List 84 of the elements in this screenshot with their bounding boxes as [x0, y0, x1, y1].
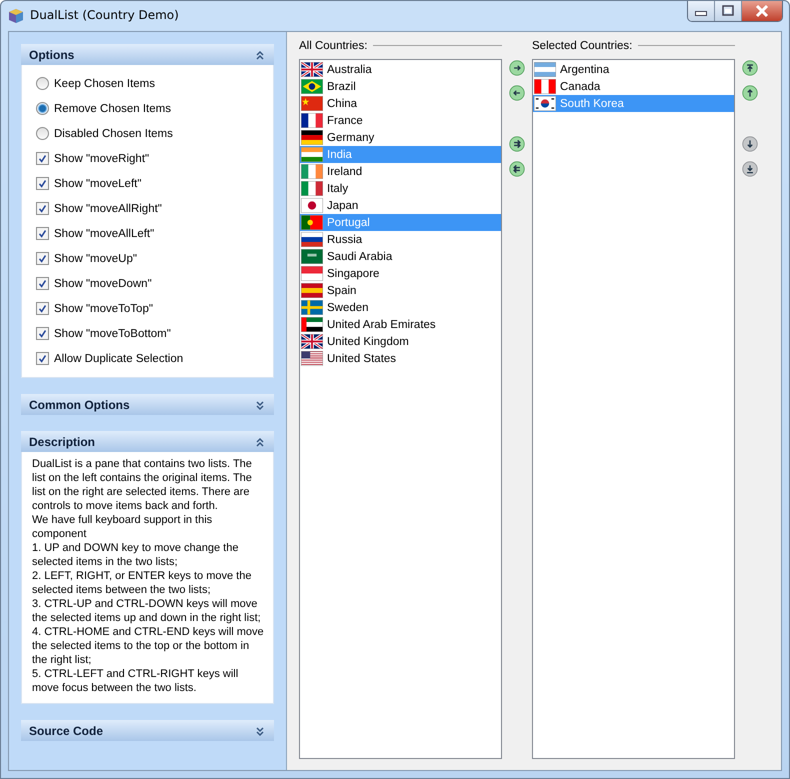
flag-icon — [301, 317, 323, 332]
list-item[interactable]: Canada — [533, 78, 734, 95]
flag-icon — [534, 62, 556, 77]
option-label: Show "moveAllLeft" — [54, 228, 154, 240]
arrow-to-top-icon[interactable] — [742, 60, 758, 76]
flag-icon — [301, 334, 323, 349]
checkbox[interactable] — [36, 352, 49, 365]
list-item[interactable]: France — [300, 112, 501, 129]
minimize-icon — [695, 11, 707, 16]
list-item[interactable]: Argentina — [533, 61, 734, 78]
panel-header[interactable]: Common Options — [21, 394, 274, 415]
flag-icon — [301, 232, 323, 247]
arrow-left-icon[interactable] — [509, 85, 525, 101]
panel-header[interactable]: Options — [21, 44, 274, 65]
list-item[interactable]: Brazil — [300, 78, 501, 95]
option-label: Show "moveLeft" — [54, 178, 142, 190]
flag-icon — [301, 130, 323, 145]
checkbox[interactable] — [36, 252, 49, 265]
checkbox[interactable] — [36, 327, 49, 340]
radio-button[interactable] — [36, 127, 49, 140]
window-title: DualList (Country Demo) — [30, 8, 179, 22]
flag-icon — [301, 147, 323, 162]
flag-icon — [301, 198, 323, 213]
description-text: DualList is a pane that contains two lists. The list on the left contains the original items. The list on the right are selected items. There are controls to move items back and forth. We have full keyboard support in this component 1. UP and DOWN key to move change the selected items in the two lists; 2. LEFT, RIGHT, or ENTER keys to move the selected items between the two lists; 3. CTRL-UP and CTRL-DOWN keys will move the selected items up and down in the right list; 4. CTRL-HOME and CTRL-END keys will move the selected items to the top or the bottom in the right list; 5. CTRL-LEFT and CTRL-RIGHT keys will move focus between the two lists. — [32, 457, 265, 695]
flag-icon — [301, 96, 323, 111]
list-item[interactable]: Saudi Arabia — [300, 248, 501, 265]
minimize-button[interactable] — [688, 1, 715, 21]
option-label: Show "moveToBottom" — [54, 328, 171, 340]
panel-header[interactable]: Source Code — [21, 720, 274, 741]
checkbox[interactable] — [36, 227, 49, 240]
option-label: Disabled Chosen Items — [54, 128, 173, 140]
panel-header[interactable]: Description — [21, 431, 274, 452]
flag-icon — [301, 351, 323, 366]
flag-icon — [301, 300, 323, 315]
checkbox[interactable] — [36, 202, 49, 215]
list-item[interactable]: United Kingdom — [300, 333, 501, 350]
flag-icon — [534, 96, 556, 111]
flag-icon — [534, 79, 556, 94]
checkbox[interactable] — [36, 177, 49, 190]
option-label: Keep Chosen Items — [54, 78, 156, 90]
option-label: Show "moveAllRight" — [54, 202, 162, 214]
option-label: Show "moveRight" — [54, 152, 150, 164]
option-label: Remove Chosen Items — [54, 102, 171, 114]
country-list[interactable]: Australia Brazil China France Germany India Ireland Italy Japan Portugal Russia Saudi Arabia Singapore Spain Sweden United Arab Emirates United Kingdom United States — [299, 59, 502, 759]
close-button[interactable] — [742, 1, 782, 21]
flag-icon — [301, 266, 323, 281]
checkbox[interactable] — [36, 152, 49, 165]
list-item[interactable]: Japan — [300, 197, 501, 214]
option-label: Show "moveToTop" — [54, 302, 153, 314]
country-list[interactable]: Argentina Canada South Korea — [532, 59, 735, 759]
list-item[interactable]: Italy — [300, 180, 501, 197]
arrow-right-icon[interactable] — [509, 60, 525, 76]
arrow-up-icon[interactable] — [742, 85, 758, 101]
flag-icon — [301, 113, 323, 128]
flag-icon — [301, 249, 323, 264]
list-label: All Countries: — [299, 40, 368, 52]
double-arrow-right-icon[interactable] — [509, 136, 525, 152]
checkbox[interactable] — [36, 302, 49, 315]
list-item[interactable]: Russia — [300, 231, 501, 248]
list-item[interactable]: Spain — [300, 282, 501, 299]
flag-icon — [301, 62, 323, 77]
list-label: Selected Countries: — [532, 40, 632, 52]
flag-icon — [301, 164, 323, 179]
radio-button[interactable] — [36, 102, 49, 115]
option-label: Show "moveDown" — [54, 278, 152, 290]
list-item[interactable]: Australia — [300, 61, 501, 78]
flag-icon — [301, 79, 323, 94]
flag-icon — [301, 283, 323, 298]
flag-icon — [301, 215, 323, 230]
option-label: Allow Duplicate Selection — [54, 352, 184, 364]
list-item[interactable]: Sweden — [300, 299, 501, 316]
flag-icon — [301, 181, 323, 196]
list-item[interactable]: United States — [300, 350, 501, 367]
list-item[interactable]: China — [300, 95, 501, 112]
radio-button[interactable] — [36, 77, 49, 90]
double-arrow-left-icon[interactable] — [509, 161, 525, 177]
list-item[interactable]: United Arab Emirates — [300, 316, 501, 333]
checkbox[interactable] — [36, 277, 49, 290]
maximize-button[interactable] — [715, 1, 742, 21]
option-label: Show "moveUp" — [54, 252, 137, 264]
list-item[interactable]: Singapore — [300, 265, 501, 282]
cube-icon — [8, 8, 24, 24]
list-item[interactable]: Ireland — [300, 163, 501, 180]
list-item[interactable]: Germany — [300, 129, 501, 146]
